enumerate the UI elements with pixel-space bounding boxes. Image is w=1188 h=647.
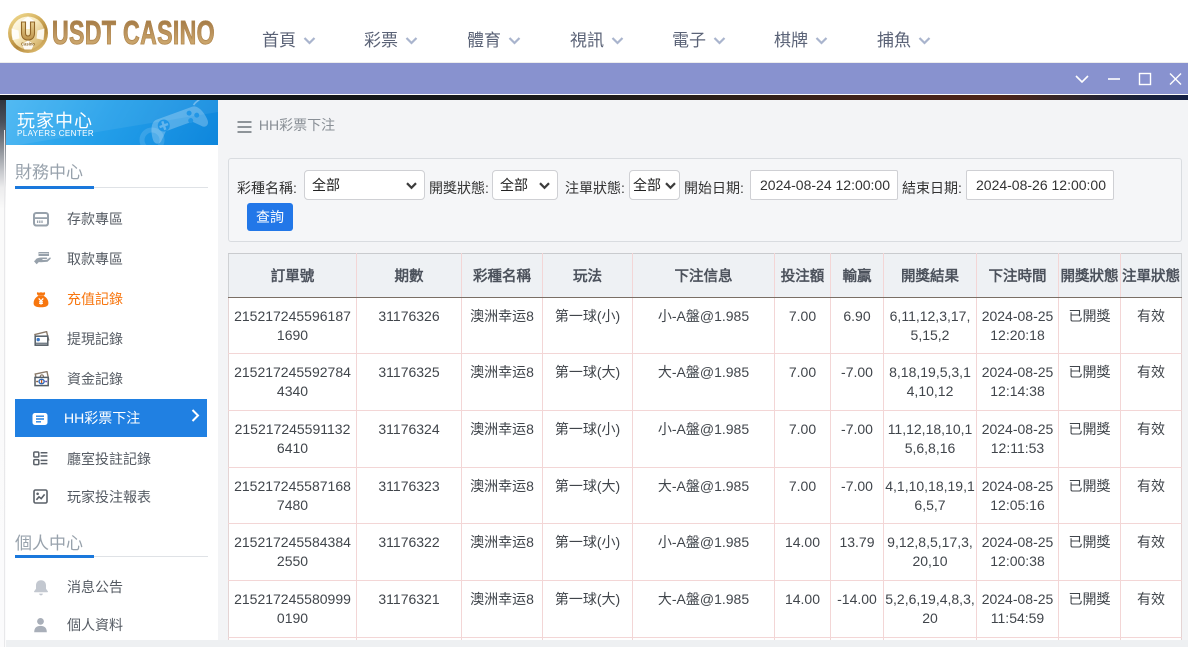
svg-text:Casino: Casino bbox=[21, 42, 35, 47]
